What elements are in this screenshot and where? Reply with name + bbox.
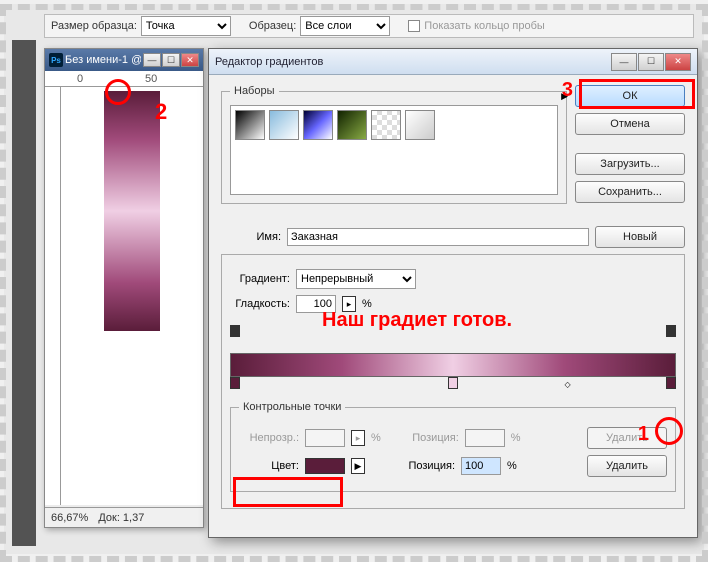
tools-panel[interactable] (12, 40, 36, 546)
annotation-rect-color (233, 477, 343, 507)
new-button[interactable]: Новый (595, 226, 685, 248)
ruler-mark: 0 (77, 73, 83, 85)
color-stop[interactable] (230, 377, 240, 389)
ruler-mark: 50 (145, 73, 157, 85)
preset-swatch[interactable] (269, 110, 299, 140)
doc-size: Док: 1,37 (98, 512, 144, 524)
annotation-number-2: 2 (155, 99, 167, 125)
editor-titlebar[interactable]: Редактор градиентов — ☐ ✕ (209, 49, 697, 75)
options-bar: Размер образца: Точка Образец: Все слои … (44, 14, 694, 38)
photoshop-icon: Ps (49, 53, 63, 67)
ruler-vertical[interactable] (45, 87, 61, 505)
annotation-number-3: 3 (562, 79, 573, 102)
editor-close-button[interactable]: ✕ (665, 53, 691, 71)
editor-minimize-button[interactable]: — (611, 53, 637, 71)
gradient-result (104, 91, 160, 331)
opacity-stop-left[interactable] (230, 325, 240, 337)
gradient-bar[interactable] (230, 353, 676, 377)
preset-swatch[interactable] (337, 110, 367, 140)
gradient-type-label: Градиент: (230, 273, 290, 285)
editor-maximize-button[interactable]: ☐ (638, 53, 664, 71)
opacity-stepper: ▸ (351, 430, 365, 446)
canvas[interactable] (61, 87, 203, 505)
color-stop[interactable] (448, 377, 458, 389)
editor-title: Редактор градиентов (215, 56, 611, 68)
opacity-stop-right[interactable] (666, 325, 676, 337)
color-stop-selected[interactable] (666, 377, 676, 389)
sample-size-label: Размер образца: (51, 20, 137, 32)
presets-list[interactable] (230, 105, 558, 195)
annotation-ready-text: Наш градиет готов. (322, 309, 512, 332)
preset-swatch[interactable] (405, 110, 435, 140)
gradient-type-select[interactable]: Непрерывный (296, 269, 416, 289)
document-window: Ps Без имени-1 @ 66,7% (Сл… — ☐ ✕ 0 50 6… (44, 48, 204, 528)
save-button[interactable]: Сохранить... (575, 181, 685, 203)
annotation-circle-2 (105, 79, 131, 105)
doc-minimize-button[interactable]: — (143, 53, 161, 67)
name-input[interactable] (287, 228, 589, 246)
sample-layers-select[interactable]: Все слои (300, 16, 390, 36)
show-ring-label: Показать кольцо пробы (424, 20, 545, 32)
stops-legend: Контрольные точки (239, 401, 345, 413)
doc-titlebar[interactable]: Ps Без имени-1 @ 66,7% (Сл… — ☐ ✕ (45, 49, 203, 71)
delete-color-stop-button[interactable]: Удалить (587, 455, 667, 477)
color-label: Цвет: (239, 460, 299, 472)
show-ring-checkbox[interactable] (408, 20, 420, 32)
sample-label: Образец: (249, 20, 296, 32)
color-chip[interactable] (305, 458, 345, 474)
smoothness-label: Гладкость: (230, 298, 290, 310)
opacity-label: Непрозр.: (239, 432, 299, 444)
annotation-circle-1 (655, 417, 683, 445)
color-menu-icon[interactable]: ▶ (351, 458, 365, 474)
preset-swatch[interactable] (235, 110, 265, 140)
opacity-position-input (465, 429, 505, 447)
cancel-button[interactable]: Отмена (575, 113, 685, 135)
color-position-input[interactable] (461, 457, 501, 475)
annotation-number-1: 1 (638, 423, 649, 446)
doc-status-bar: 66,67% Док: 1,37 (45, 507, 203, 527)
preset-swatch[interactable] (371, 110, 401, 140)
name-label: Имя: (221, 231, 281, 243)
preset-swatch[interactable] (303, 110, 333, 140)
gradient-settings-fieldset: Градиент: Непрерывный Гладкость: ▸ % Наш… (221, 254, 685, 509)
zoom-value[interactable]: 66,67% (51, 512, 88, 524)
midpoint-marker[interactable]: ◇ (565, 380, 571, 389)
annotation-rect-ok (579, 79, 695, 109)
opacity-position-label: Позиция: (409, 432, 459, 444)
presets-legend: Наборы (230, 85, 279, 97)
sample-size-select[interactable]: Точка (141, 16, 231, 36)
load-button[interactable]: Загрузить... (575, 153, 685, 175)
color-position-label: Позиция: (405, 460, 455, 472)
doc-title: Без имени-1 @ 66,7% (Сл… (65, 54, 141, 66)
doc-close-button[interactable]: ✕ (181, 53, 199, 67)
opacity-input (305, 429, 345, 447)
gradient-editor-dialog: Редактор градиентов — ☐ ✕ Наборы ▶ (208, 48, 698, 538)
presets-fieldset: Наборы ▶ (221, 85, 567, 204)
doc-maximize-button[interactable]: ☐ (162, 53, 180, 67)
